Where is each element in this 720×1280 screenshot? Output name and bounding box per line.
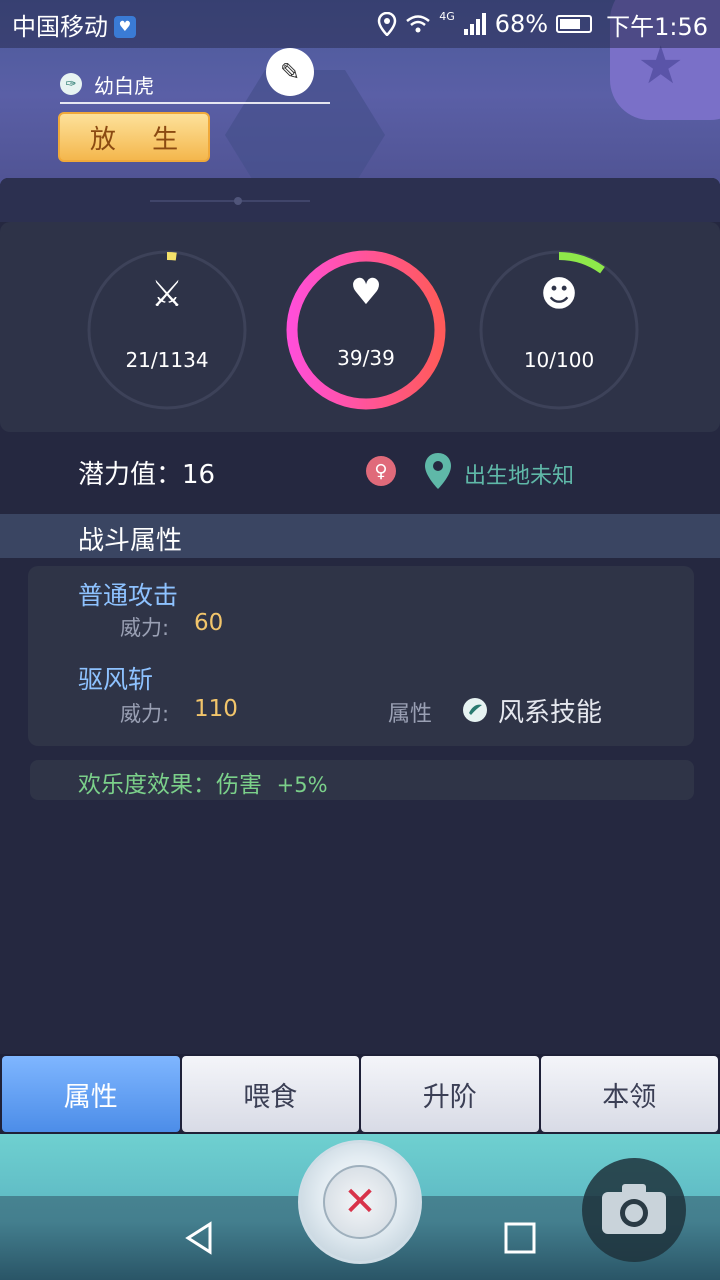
crossed-swords-icon: ⚔ — [150, 274, 184, 315]
battery-icon — [556, 15, 593, 33]
skill-attribute-label: 属性 — [388, 702, 433, 727]
clock: 下午1:56 — [606, 12, 708, 41]
carrier-name: 中国移动 — [12, 12, 108, 41]
wifi-icon — [406, 15, 431, 33]
attack-stat: ⚔ 21/1134 — [87, 250, 247, 410]
network-type: 4G — [439, 9, 455, 23]
potential-value: 潜力值：16 — [78, 460, 216, 490]
location-status-icon — [377, 12, 397, 36]
notification-icon: ♥ — [114, 16, 136, 38]
skill-attribute-value: 风系技能 — [498, 698, 603, 728]
signal-icon — [463, 13, 486, 35]
birthplace-text: 出生地未知 — [464, 464, 575, 489]
skills-card: 普通攻击 威力: 60 驱风斩 威力: 110 属性 风系技能 — [28, 566, 694, 746]
section-header: 战斗属性 — [0, 514, 720, 558]
tab-upgrade[interactable]: 升阶 — [361, 1056, 539, 1132]
section-title: 战斗属性 — [78, 526, 183, 556]
location-pin-icon — [425, 453, 451, 489]
edit-name-button[interactable]: ✎ — [266, 48, 314, 96]
potential-row: 潜力值：16 ♀ 出生地未知 — [0, 448, 720, 498]
camera-button[interactable] — [582, 1158, 686, 1262]
joy-stat: ☻ 10/100 — [479, 250, 639, 410]
skill-power-label: 威力: — [120, 616, 170, 640]
joy-effect-text: 欢乐度效果：伤害 +5% — [78, 765, 328, 799]
pencil-icon: ✎ — [279, 58, 301, 86]
tab-bar: 属性 喂食 升阶 本领 — [0, 1054, 720, 1134]
joy-effect-card: 欢乐度效果：伤害 +5% — [30, 760, 694, 800]
tab-feed[interactable]: 喂食 — [181, 1056, 359, 1132]
smiley-icon: ☻ — [540, 274, 578, 315]
skill-name: 驱风斩 — [78, 665, 154, 694]
wind-icon: ✑ — [60, 73, 82, 95]
skill-power-label: 威力: — [120, 702, 170, 726]
joy-value: 10/100 — [523, 348, 595, 372]
joy-effect-label: 欢乐度效果：伤害 — [78, 772, 262, 798]
battery-percent: 68% — [494, 10, 549, 38]
release-button[interactable]: 放 生 — [58, 112, 210, 162]
female-icon: ♀ — [366, 456, 396, 486]
status-bar: 中国移动 ♥ 4G 68% 下午1:56 — [0, 0, 720, 48]
wind-icon — [463, 698, 487, 722]
tab-skills[interactable]: 本领 — [540, 1056, 718, 1132]
attack-value: 21/1134 — [125, 348, 209, 372]
heart-icon: ♥ — [349, 272, 383, 313]
camera-icon — [602, 1184, 666, 1234]
stats-card: ⚔ 21/1134 ♥ 39/39 ☻ 10/100 — [0, 222, 720, 432]
skill-power-value: 110 — [194, 696, 238, 722]
pet-info-panel: ⚔ 21/1134 ♥ 39/39 ☻ 10/100 潜力值：16 ♀ 出生地未… — [0, 178, 720, 1058]
skill-name: 普通攻击 — [78, 581, 179, 610]
health-value: 39/39 — [337, 346, 395, 370]
health-stat: ♥ 39/39 — [284, 248, 448, 412]
pet-name: 幼白虎 — [94, 73, 154, 98]
recents-nav-icon[interactable] — [500, 1218, 540, 1258]
back-nav-icon[interactable] — [180, 1218, 220, 1258]
close-icon: ✕ — [343, 1179, 377, 1225]
panel-header-decoration — [0, 178, 720, 222]
skill-power-value: 60 — [194, 610, 224, 636]
joy-effect-value: +5% — [276, 773, 328, 797]
release-label: 放 生 — [89, 124, 193, 155]
close-button[interactable]: ✕ — [298, 1140, 422, 1264]
tab-attributes[interactable]: 属性 — [2, 1056, 180, 1132]
